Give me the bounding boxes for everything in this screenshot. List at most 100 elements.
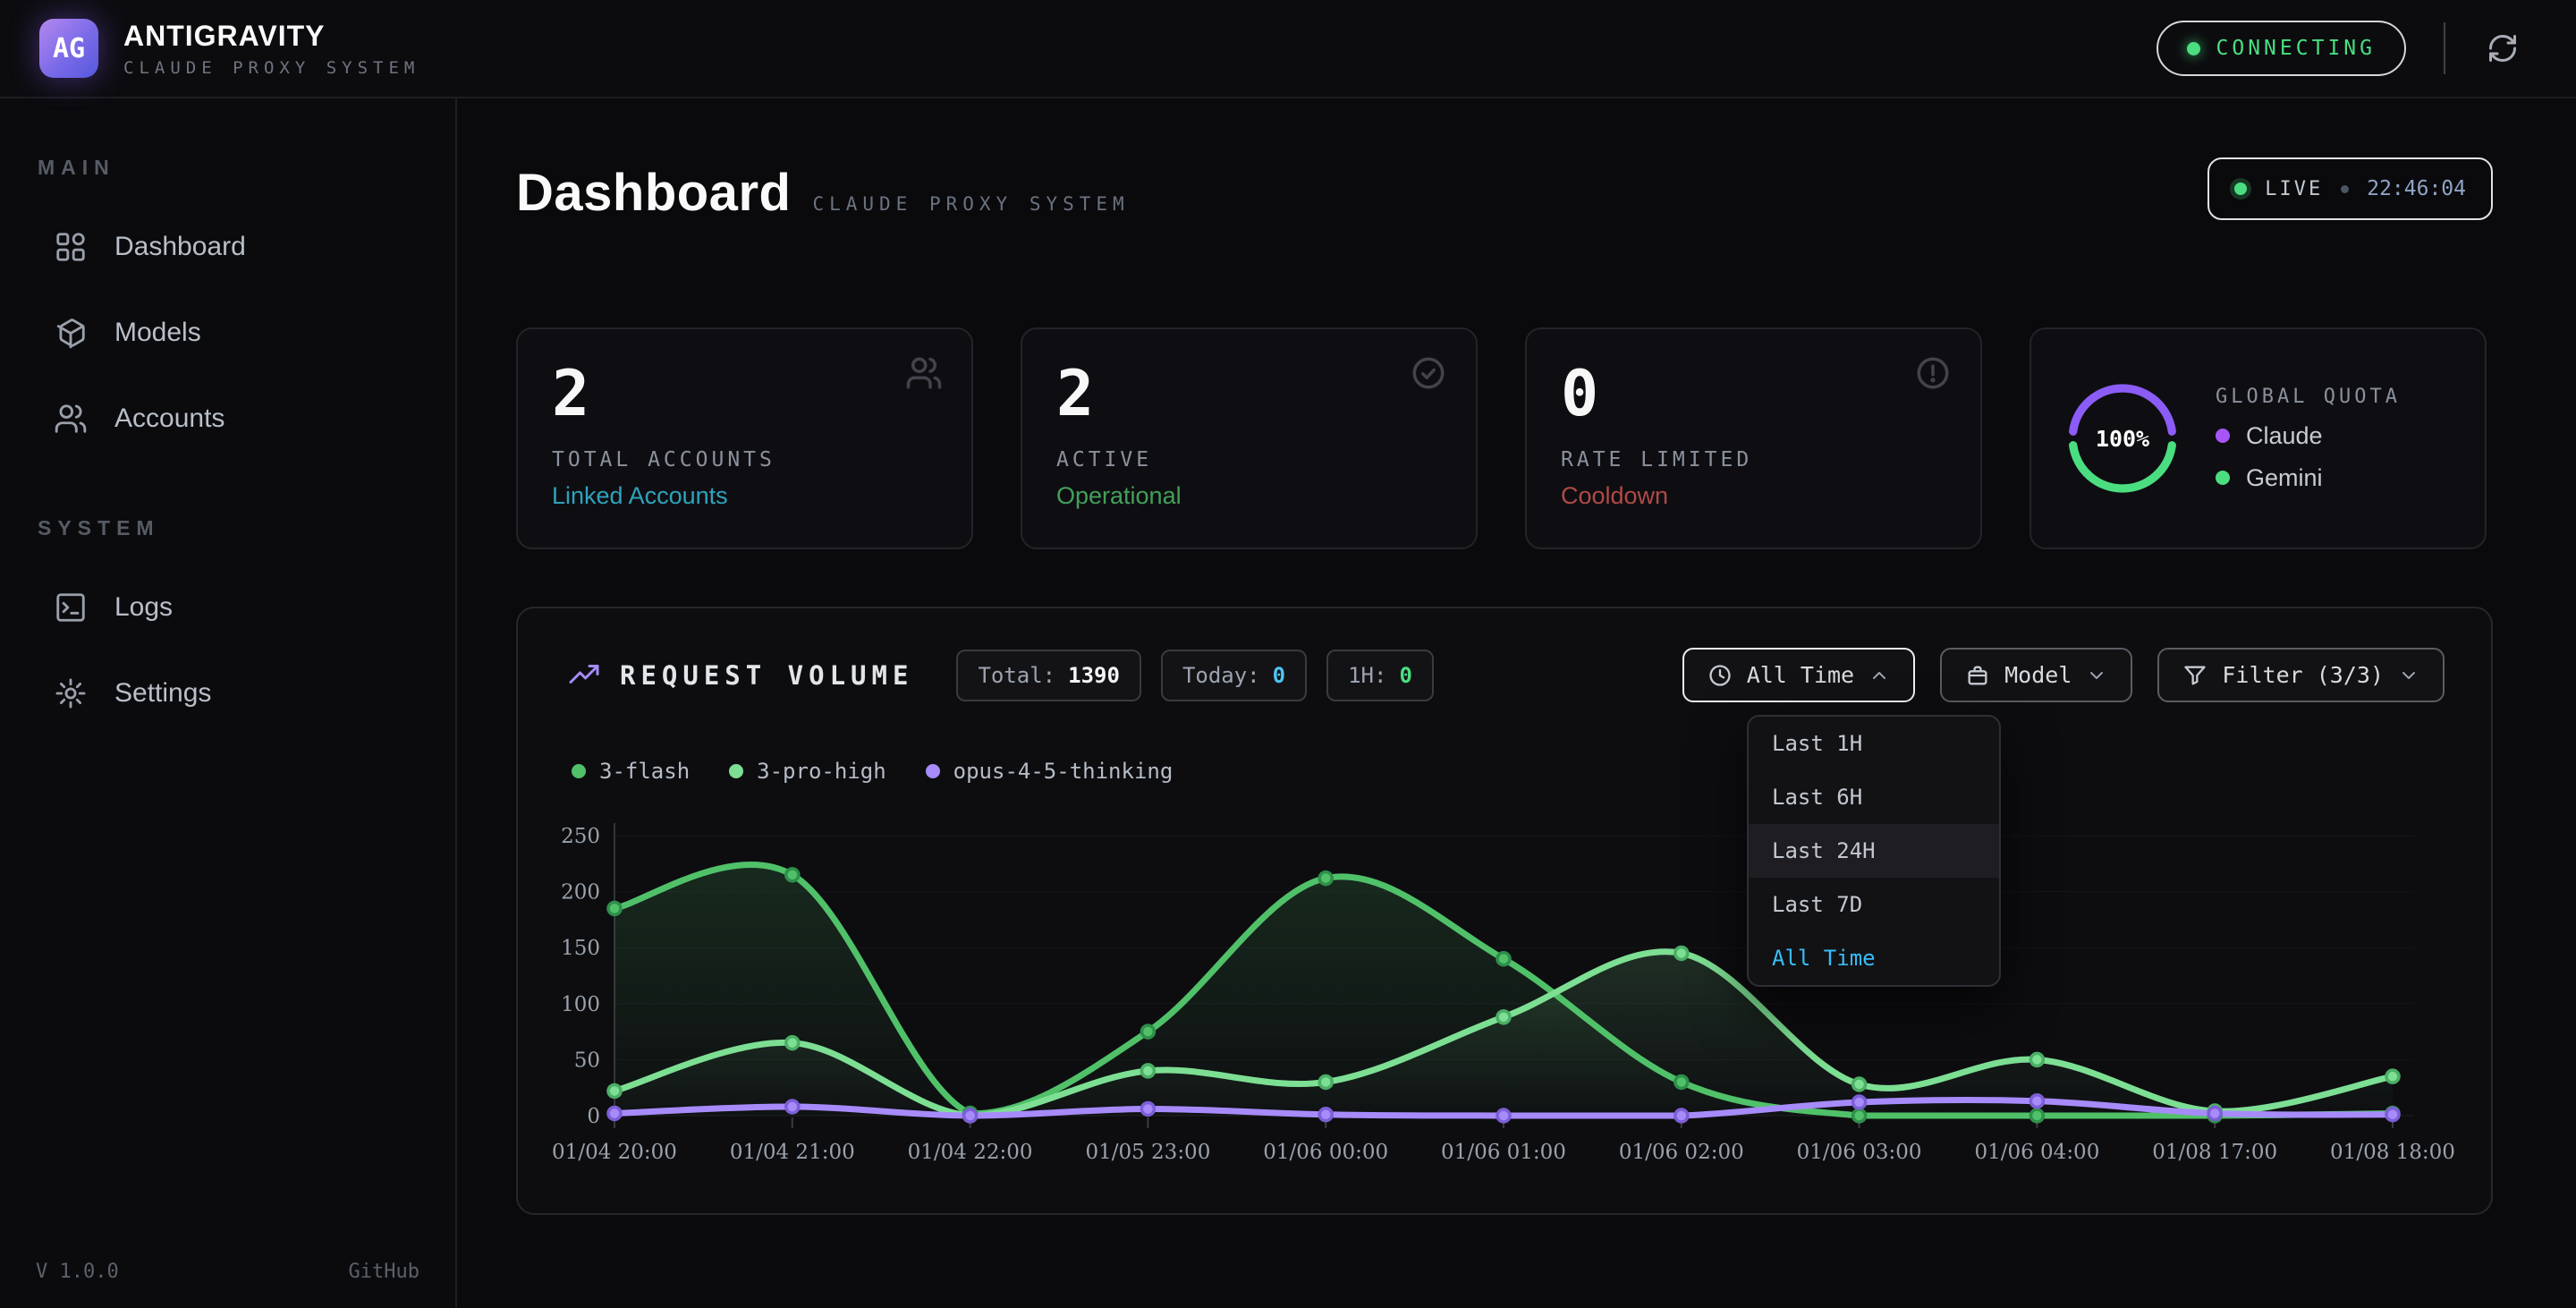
refresh-icon[interactable] [2483,29,2522,68]
one-hour-badge-label: 1H: [1348,663,1386,688]
dropdown-item-last-7d[interactable]: Last 7D [1749,878,1999,931]
data-point[interactable] [1675,1109,1688,1122]
data-point[interactable] [786,869,799,881]
x-axis-tick-label: 01/06 01:00 [1441,1141,1566,1164]
github-link[interactable]: GitHub [349,1261,419,1283]
sidebar-item-label: Logs [114,592,173,623]
quota-item-claude: Claude [2216,422,2401,450]
data-point[interactable] [1853,1096,1866,1108]
topbar: AG ANTIGRAVITY CLAUDE PROXY SYSTEM CONNE… [0,0,2576,98]
filter-button[interactable]: Filter (3/3) [2157,648,2445,702]
sidebar: MAINDashboardModelsAccountsSYSTEMLogsSet… [0,98,457,1308]
y-axis-tick-label: 100 [561,993,600,1016]
data-point[interactable] [1141,1025,1154,1038]
today-badge: Today: 0 [1161,650,1307,701]
data-point[interactable] [2030,1053,2043,1066]
time-range-dropdown: Last 1HLast 6HLast 24HLast 7DAll Time [1747,715,2001,987]
data-point[interactable] [2386,1070,2399,1083]
sidebar-item-label: Dashboard [114,232,246,262]
x-axis-tick-label: 01/06 03:00 [1797,1141,1922,1164]
app-logo-text: AG [53,33,85,64]
time-range-button[interactable]: All Time [1682,648,1915,702]
sidebar-item-settings[interactable]: Settings [36,657,419,730]
sidebar-item-accounts[interactable]: Accounts [36,382,419,455]
quota-item-gemini: Gemini [2216,464,2401,492]
x-axis-tick-label: 01/06 04:00 [1974,1141,2099,1164]
cube-icon [54,316,88,350]
data-point[interactable] [1141,1102,1154,1115]
stat-label: TOTAL ACCOUNTS [552,448,937,471]
data-point[interactable] [1497,1011,1510,1023]
legend-item[interactable]: 3-flash [572,759,690,784]
gear-icon [54,676,88,710]
data-point[interactable] [608,902,621,914]
filter-button-label: Filter (3/3) [2222,662,2384,688]
stat-value: 0 [1561,360,1946,429]
sidebar-item-logs[interactable]: Logs [36,571,419,644]
sidebar-footer: V 1.0.0 GitHub [36,1261,419,1283]
chevron-up-icon [1868,665,1890,686]
legend-item[interactable]: opus-4-5-thinking [926,759,1174,784]
quota-percent: 100% [2067,383,2178,494]
data-point[interactable] [786,1037,799,1049]
x-axis-tick-label: 01/06 00:00 [1263,1141,1388,1164]
page-subtitle: CLAUDE PROXY SYSTEM [812,193,1129,215]
data-point[interactable] [1853,1109,1866,1122]
legend-dot-icon [729,764,743,778]
data-point[interactable] [1319,872,1332,885]
dropdown-item-last-6h[interactable]: Last 6H [1749,770,1999,824]
dropdown-item-last-1h[interactable]: Last 1H [1749,717,1999,770]
model-button[interactable]: Model [1940,648,2132,702]
data-point[interactable] [786,1100,799,1113]
live-clock: 22:46:04 [2367,177,2466,200]
sidebar-item-models[interactable]: Models [36,296,419,369]
stat-sublabel: Cooldown [1561,482,1946,510]
legend-item[interactable]: 3-pro-high [729,759,886,784]
legend-label: 3-pro-high [757,759,886,784]
sidebar-item-label: Settings [114,678,211,709]
data-point[interactable] [1497,953,1510,965]
data-point[interactable] [2386,1108,2399,1121]
data-point[interactable] [1319,1108,1332,1121]
data-point[interactable] [2030,1095,2043,1108]
stat-value: 2 [552,360,937,429]
y-axis-tick-label: 150 [561,937,600,960]
stat-sublabel: Operational [1056,482,1442,510]
trending-up-icon [568,659,600,692]
legend-label: opus-4-5-thinking [953,759,1174,784]
x-axis-tick-label: 01/05 23:00 [1085,1141,1210,1164]
card-active: 2 ACTIVE Operational [1021,327,1478,549]
one-hour-badge: 1H: 0 [1326,650,1434,701]
app-title: ANTIGRAVITY [123,20,419,53]
dropdown-item-last-24h[interactable]: Last 24H [1749,824,1999,878]
data-point[interactable] [2208,1107,2221,1119]
sidebar-section-label: SYSTEM [38,516,419,540]
data-point[interactable] [1141,1065,1154,1077]
model-button-label: Model [2004,662,2072,688]
data-point[interactable] [1319,1075,1332,1088]
live-dot-icon [2234,183,2247,195]
data-point[interactable] [1675,947,1688,959]
app-subtitle: CLAUDE PROXY SYSTEM [123,58,419,78]
data-point[interactable] [1853,1078,1866,1091]
data-point[interactable] [964,1109,977,1122]
quota-item-label: Gemini [2246,464,2323,492]
data-point[interactable] [1675,1075,1688,1088]
data-point[interactable] [2030,1109,2043,1122]
dropdown-item-all-time[interactable]: All Time [1749,931,1999,985]
today-badge-label: Today: [1182,663,1260,688]
quota-label: GLOBAL QUOTA [2216,386,2401,408]
funnel-icon [2182,663,2207,688]
sidebar-item-dashboard[interactable]: Dashboard [36,210,419,284]
x-axis-tick-label: 01/04 20:00 [552,1141,677,1164]
one-hour-badge-value: 0 [1399,663,1411,688]
legend-dot-icon [926,764,940,778]
panel-title: REQUEST VOLUME [620,660,913,691]
sidebar-item-label: Accounts [114,403,225,434]
stat-cards-row: 2 TOTAL ACCOUNTS Linked Accounts 2 ACTIV… [516,327,2487,549]
main-content: Dashboard CLAUDE PROXY SYSTEM LIVE 22:46… [457,98,2576,1308]
connection-status-badge: CONNECTING [2157,21,2406,76]
data-point[interactable] [608,1107,621,1119]
data-point[interactable] [1497,1109,1510,1122]
data-point[interactable] [608,1084,621,1097]
